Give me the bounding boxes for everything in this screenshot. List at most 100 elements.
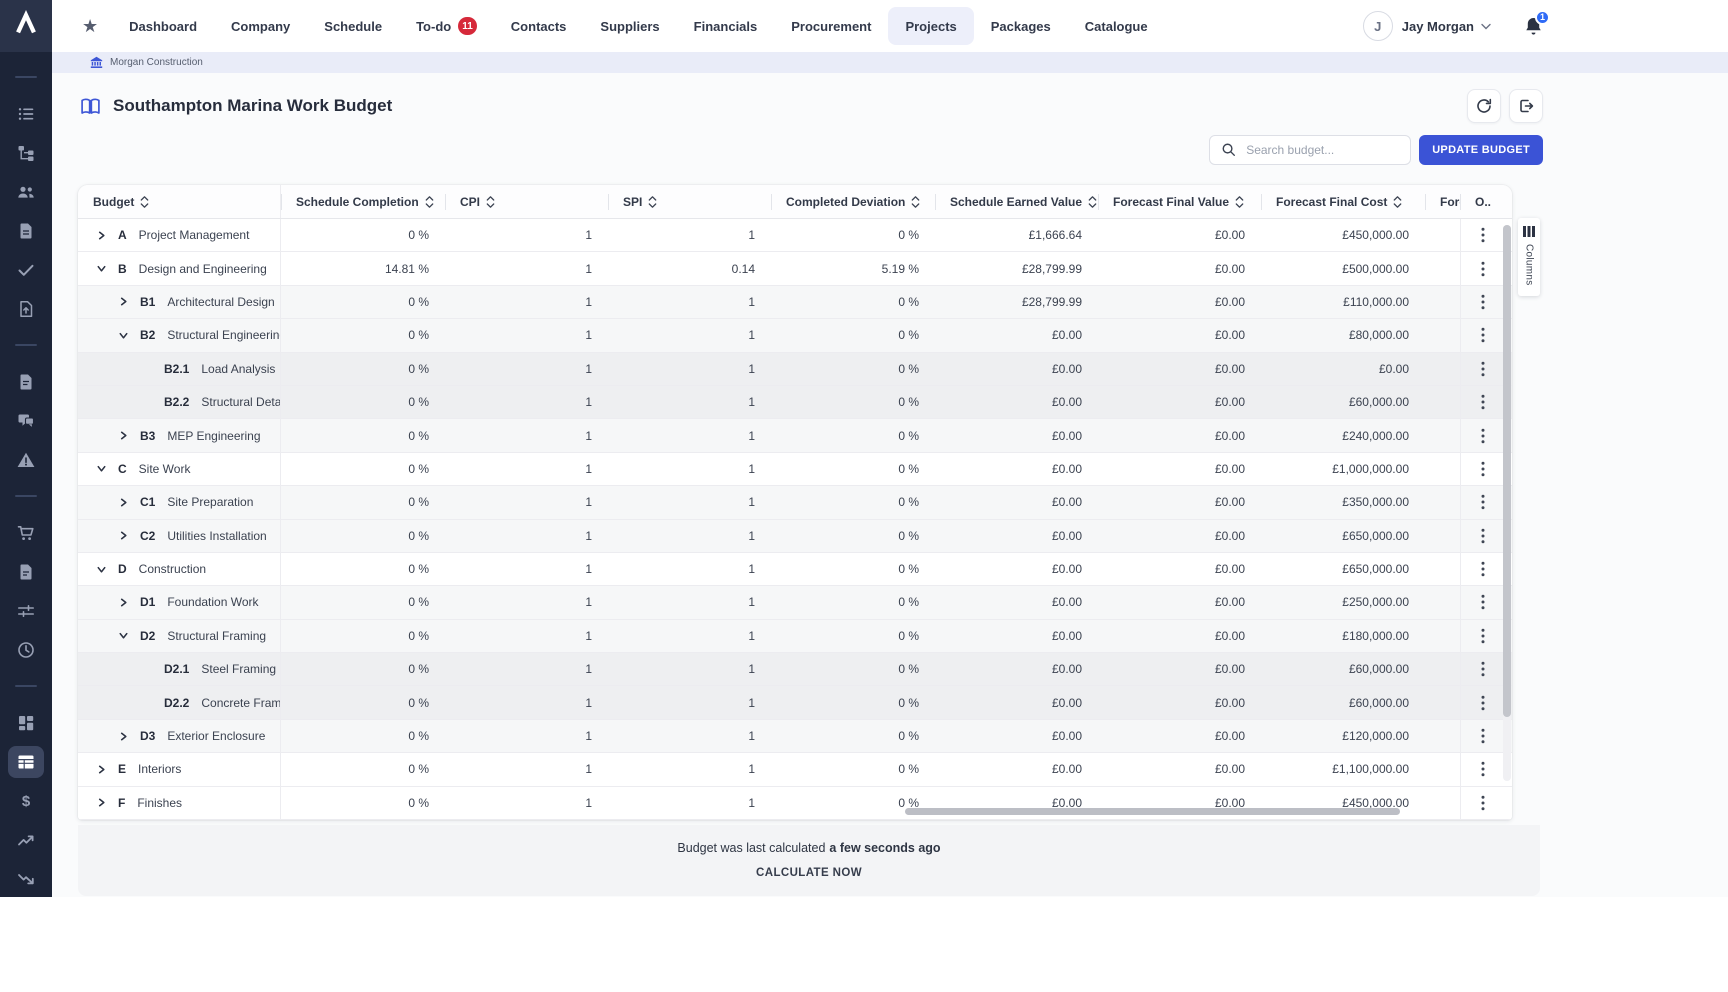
export-button[interactable] <box>1509 89 1543 123</box>
kebab-menu-icon[interactable] <box>1477 691 1489 715</box>
chevron-right-icon[interactable] <box>118 296 130 307</box>
column-header-cpi[interactable]: CPI <box>445 185 608 218</box>
sidebar-item-clock[interactable] <box>8 634 44 666</box>
chevron-down-icon[interactable] <box>118 330 130 341</box>
notifications-bell-icon[interactable]: 1 <box>1524 16 1543 37</box>
chevron-right-icon[interactable] <box>118 430 130 441</box>
nav-item-financials[interactable]: Financials <box>677 7 775 45</box>
sidebar-item-list[interactable] <box>8 98 44 130</box>
chevron-right-icon[interactable] <box>118 597 130 608</box>
sidebar-item-table[interactable] <box>8 746 44 778</box>
kebab-menu-icon[interactable] <box>1477 323 1489 347</box>
kebab-menu-icon[interactable] <box>1477 257 1489 281</box>
nav-item-to-do[interactable]: To-do11 <box>399 7 494 45</box>
kebab-menu-icon[interactable] <box>1477 557 1489 581</box>
completed-deviation-cell: 0 % <box>771 720 935 752</box>
kebab-menu-icon[interactable] <box>1477 657 1489 681</box>
row-options-cell <box>1460 386 1504 418</box>
sidebar-item-trend-up[interactable] <box>8 824 44 856</box>
sidebar-item-file-upload[interactable] <box>8 293 44 325</box>
chevron-right-icon[interactable] <box>96 764 108 775</box>
breadcrumb-company[interactable]: Morgan Construction <box>110 57 203 68</box>
kebab-menu-icon[interactable] <box>1477 724 1489 748</box>
avatar[interactable]: J <box>1363 11 1393 41</box>
sidebar-item-check[interactable] <box>8 254 44 286</box>
budget-name: Structural Engineering <box>167 328 281 342</box>
column-header-budget[interactable]: Budget <box>78 185 281 218</box>
nav-item-schedule[interactable]: Schedule <box>307 7 399 45</box>
column-header-schedule-earned-value[interactable]: Schedule Earned Value <box>935 185 1098 218</box>
update-budget-button[interactable]: UPDATE BUDGET <box>1419 135 1543 165</box>
chevron-right-icon[interactable] <box>96 797 108 808</box>
kebab-menu-icon[interactable] <box>1477 590 1489 614</box>
sidebar-item-invoice[interactable] <box>8 366 44 398</box>
column-label: CPI <box>460 195 480 209</box>
nav-item-packages[interactable]: Packages <box>974 7 1068 45</box>
nav-item-suppliers[interactable]: Suppliers <box>583 7 676 45</box>
completed-deviation-cell: 0 % <box>771 486 935 518</box>
chevron-right-icon[interactable] <box>118 530 130 541</box>
user-name: Jay Morgan <box>1402 19 1474 34</box>
kebab-menu-icon[interactable] <box>1477 390 1489 414</box>
forecast-truncated-cell <box>1425 353 1460 385</box>
schedule-earned-value-cell: £0.00 <box>935 353 1098 385</box>
chevron-down-icon[interactable] <box>96 564 108 575</box>
primary-nav: DashboardCompanyScheduleTo-do11ContactsS… <box>112 7 1164 45</box>
kebab-menu-icon[interactable] <box>1477 757 1489 781</box>
favorites-star-icon[interactable]: ★ <box>82 17 98 35</box>
columns-panel-toggle[interactable]: Columns <box>1518 218 1540 296</box>
chevron-right-icon[interactable] <box>118 731 130 742</box>
kebab-menu-icon[interactable] <box>1477 524 1489 548</box>
sort-icon <box>425 195 434 209</box>
column-header-spi[interactable]: SPI <box>608 185 771 218</box>
horizontal-scrollbar[interactable] <box>905 808 1400 815</box>
kebab-menu-icon[interactable] <box>1477 624 1489 648</box>
refresh-button[interactable] <box>1467 89 1501 123</box>
kebab-menu-icon[interactable] <box>1477 424 1489 448</box>
nav-item-dashboard[interactable]: Dashboard <box>112 7 214 45</box>
search-input[interactable] <box>1209 135 1411 165</box>
spi-cell: 1 <box>608 453 771 485</box>
sidebar-item-trend-down[interactable] <box>8 863 44 895</box>
nav-item-catalogue[interactable]: Catalogue <box>1068 7 1165 45</box>
chevron-down-icon[interactable] <box>96 263 108 274</box>
nav-item-company[interactable]: Company <box>214 7 307 45</box>
user-menu[interactable]: J Jay Morgan 1 <box>1363 11 1543 41</box>
kebab-menu-icon[interactable] <box>1477 791 1489 815</box>
chevron-right-icon[interactable] <box>118 497 130 508</box>
kebab-menu-icon[interactable] <box>1477 490 1489 514</box>
sidebar-item-org-chart[interactable] <box>8 137 44 169</box>
column-header-forecast-final-value[interactable]: Forecast Final Value <box>1098 185 1261 218</box>
column-header-schedule-completion[interactable]: Schedule Completion <box>281 185 445 218</box>
nav-item-procurement[interactable]: Procurement <box>774 7 888 45</box>
nav-item-contacts[interactable]: Contacts <box>494 7 584 45</box>
sidebar-item-chat[interactable] <box>8 405 44 437</box>
kebab-menu-icon[interactable] <box>1477 223 1489 247</box>
calculate-now-button[interactable]: CALCULATE NOW <box>750 866 868 880</box>
sidebar-item-document[interactable] <box>8 215 44 247</box>
kebab-menu-icon[interactable] <box>1477 457 1489 481</box>
kebab-menu-icon[interactable] <box>1477 290 1489 314</box>
chevron-down-icon[interactable] <box>118 630 130 641</box>
budget-cell: B2.2Structural Detai <box>78 386 281 418</box>
sidebar-item-dashboard[interactable] <box>8 707 44 739</box>
forecast-truncated-cell <box>1425 286 1460 318</box>
kebab-menu-icon[interactable] <box>1477 357 1489 381</box>
column-header-forecast-final-cost[interactable]: Forecast Final Cost <box>1261 185 1425 218</box>
table-row-c: CSite Work0 %110 %£0.00£0.00£1,000,000.0… <box>78 453 1512 486</box>
sidebar-item-notes[interactable] <box>8 556 44 588</box>
sidebar-item-users[interactable] <box>8 176 44 208</box>
chevron-down-icon[interactable] <box>96 463 108 474</box>
spi-cell: 1 <box>608 219 771 251</box>
sidebar-item-dollar[interactable]: $ <box>8 785 44 817</box>
sidebar-item-sliders[interactable] <box>8 595 44 627</box>
sidebar-item-cart[interactable] <box>8 517 44 549</box>
nav-item-projects[interactable]: Projects <box>888 7 973 45</box>
vertical-scrollbar[interactable] <box>1503 225 1511 717</box>
completed-deviation-cell: 0 % <box>771 319 935 351</box>
sidebar-item-warning[interactable] <box>8 444 44 476</box>
app-logo[interactable] <box>0 0 52 52</box>
column-header-completed-deviation[interactable]: Completed Deviation <box>771 185 935 218</box>
chevron-right-icon[interactable] <box>96 230 108 241</box>
completed-deviation-cell: 0 % <box>771 653 935 685</box>
